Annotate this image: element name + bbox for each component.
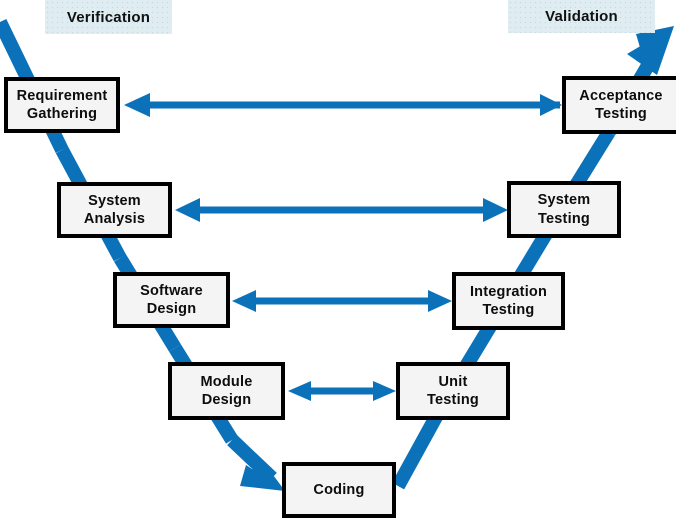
verification-header-band: Verification [45,0,172,34]
link-design-integration-arrowhead-right-icon [428,290,452,312]
link-analysis-system-testing-arrowhead-left-icon [175,198,200,222]
phase-box-system-testing[interactable]: System Testing [507,181,621,238]
validation-header-band: Validation [508,0,655,33]
phase-label-module-design: Module Design [200,373,253,408]
phase-label-system-testing: System Testing [537,192,591,227]
phase-box-unit-testing[interactable]: Unit Testing [396,362,510,420]
phase-label-requirement-gathering: Requirement Gathering [16,87,108,122]
phase-box-integration-testing[interactable]: Integration Testing [452,272,565,330]
phase-label-acceptance-testing: Acceptance Testing [579,87,663,122]
phase-box-software-design[interactable]: Software Design [113,272,230,328]
phase-box-coding[interactable]: Coding [282,462,396,518]
link-module-unit-arrowhead-left-icon [288,381,311,401]
link-requirement-acceptance-arrowhead-left-icon [124,93,150,117]
verification-header-label: Verification [66,8,151,26]
phase-box-acceptance-testing[interactable]: Acceptance Testing [562,76,676,134]
phase-box-requirement-gathering[interactable]: Requirement Gathering [4,77,120,133]
phase-label-unit-testing: Unit Testing [427,373,479,408]
phase-label-coding: Coding [313,481,365,498]
phase-label-system-analysis: System Analysis [83,192,146,227]
validation-header-label: Validation [545,8,618,25]
link-design-integration [232,290,452,312]
phase-label-integration-testing: Integration Testing [469,283,548,318]
vmodel-diagram: Requirement Gathering (single left arrow… [0,0,676,521]
link-module-unit [288,381,396,401]
link-analysis-system-testing-arrowhead-right-icon [483,198,508,222]
link-analysis-system-testing [175,198,508,222]
phase-box-module-design[interactable]: Module Design [168,362,285,420]
link-requirement-acceptance [124,93,562,117]
link-requirement-acceptance-arrowhead-right-icon [540,94,562,116]
link-design-integration-arrowhead-left-icon [232,290,256,312]
phase-label-software-design: Software Design [140,282,203,317]
phase-box-system-analysis[interactable]: System Analysis [57,182,172,238]
link-module-unit-arrowhead-right-icon [373,381,396,401]
